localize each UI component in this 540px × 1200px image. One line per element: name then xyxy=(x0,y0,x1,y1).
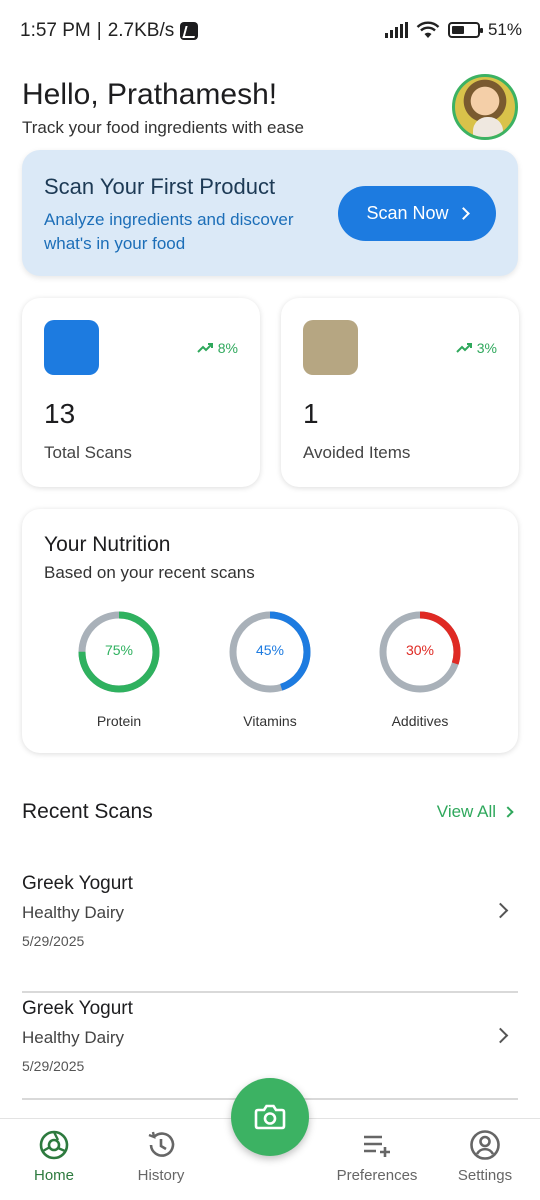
status-left: 1:57 PM | 2.7KB/s xyxy=(20,20,199,42)
ring-percent: 75% xyxy=(104,642,134,658)
view-all-label: View All xyxy=(436,802,496,821)
scan-now-button[interactable]: Scan Now xyxy=(338,186,496,241)
stat-swatch xyxy=(303,320,358,375)
settings-icon xyxy=(470,1130,500,1160)
wifi-icon xyxy=(416,21,440,38)
scan-item-category: Healthy Dairy xyxy=(22,903,125,922)
view-all-link[interactable]: View All xyxy=(436,802,514,822)
home-icon xyxy=(39,1130,69,1160)
nav-label: Settings xyxy=(457,1167,513,1184)
ring-label: Additives xyxy=(391,713,449,729)
stat-value: 1 xyxy=(303,398,319,429)
scan-item-date: 5/29/2025 xyxy=(22,933,85,949)
stat-card-avoided-items[interactable]: 3% 1 Avoided Items xyxy=(281,298,519,487)
signal-icon xyxy=(384,22,408,38)
nutrition-title: Your Nutrition xyxy=(44,533,171,556)
trending-up-icon xyxy=(197,343,213,353)
stat-label: Avoided Items xyxy=(303,443,411,462)
status-time: 1:57 PM xyxy=(20,20,91,41)
ring-label: Vitamins xyxy=(243,713,297,729)
nutrition-ring-vitamins: 45% Vitamins xyxy=(215,609,325,729)
greeting-title: Hello, Prathamesh! xyxy=(22,78,278,111)
nutrition-ring-protein: 75% Protein xyxy=(64,609,174,729)
list-item[interactable]: Greek Yogurt Healthy Dairy 5/29/2025 xyxy=(22,873,518,993)
ring-percent: 30% xyxy=(405,642,435,658)
camera-scan-button[interactable] xyxy=(231,1078,309,1156)
status-net-speed: 2.7KB/s xyxy=(107,20,175,41)
stat-trend-value: 3% xyxy=(476,340,497,356)
stat-card-total-scans[interactable]: 8% 13 Total Scans xyxy=(22,298,260,487)
history-icon xyxy=(148,1131,175,1157)
scan-now-label: Scan Now xyxy=(366,203,449,223)
preferences-icon xyxy=(364,1135,390,1157)
trending-up-icon xyxy=(456,343,472,353)
nav-label: Home xyxy=(33,1167,74,1184)
stat-swatch xyxy=(44,320,99,375)
battery-level xyxy=(451,26,465,34)
chevron-right-icon xyxy=(492,1027,509,1046)
nav-label: Preferences xyxy=(336,1167,418,1184)
stat-trend-value: 8% xyxy=(217,340,238,356)
chevron-right-icon xyxy=(456,207,470,220)
banner-title: Scan Your First Product xyxy=(44,174,276,199)
nutrition-card: Your Nutrition Based on your recent scan… xyxy=(22,509,518,753)
camera-icon xyxy=(254,1104,286,1130)
nav-settings[interactable]: Settings xyxy=(435,1129,535,1184)
battery-percent: 51% xyxy=(487,20,522,39)
chevron-right-icon xyxy=(502,806,514,818)
ring-percent: 45% xyxy=(255,642,285,658)
greeting-subtitle: Track your food ingredients with ease xyxy=(22,118,304,137)
nav-home[interactable]: Home xyxy=(4,1129,104,1184)
scan-item-name: Greek Yogurt xyxy=(22,998,133,1019)
scan-item-name: Greek Yogurt xyxy=(22,873,133,894)
status-separator: | xyxy=(96,20,102,41)
scan-item-date: 5/29/2025 xyxy=(22,1058,85,1074)
avatar[interactable] xyxy=(452,74,518,140)
nav-history[interactable]: History xyxy=(111,1129,211,1184)
scan-banner: Scan Your First Product Analyze ingredie… xyxy=(22,150,518,276)
ring-label: Protein xyxy=(96,713,142,729)
recent-scans-title: Recent Scans xyxy=(22,800,153,823)
stat-value: 13 xyxy=(44,398,76,429)
banner-description: Analyze ingredients and discover what's … xyxy=(44,210,294,253)
stat-trend: 3% xyxy=(456,340,497,356)
nutrition-subtitle: Based on your recent scans xyxy=(44,563,255,582)
chevron-right-icon xyxy=(492,902,509,921)
stat-trend: 8% xyxy=(197,340,238,356)
scan-item-category: Healthy Dairy xyxy=(22,1028,125,1047)
stat-label: Total Scans xyxy=(44,443,132,462)
status-right: 51% xyxy=(384,20,522,40)
nav-preferences[interactable]: Preferences xyxy=(327,1129,427,1184)
nav-label: History xyxy=(137,1167,185,1184)
nutrition-ring-additives: 30% Additives xyxy=(365,609,475,729)
status-bar: 1:57 PM | 2.7KB/s 51% xyxy=(0,0,540,62)
activity-app-icon xyxy=(180,22,199,40)
battery-icon xyxy=(447,22,483,38)
